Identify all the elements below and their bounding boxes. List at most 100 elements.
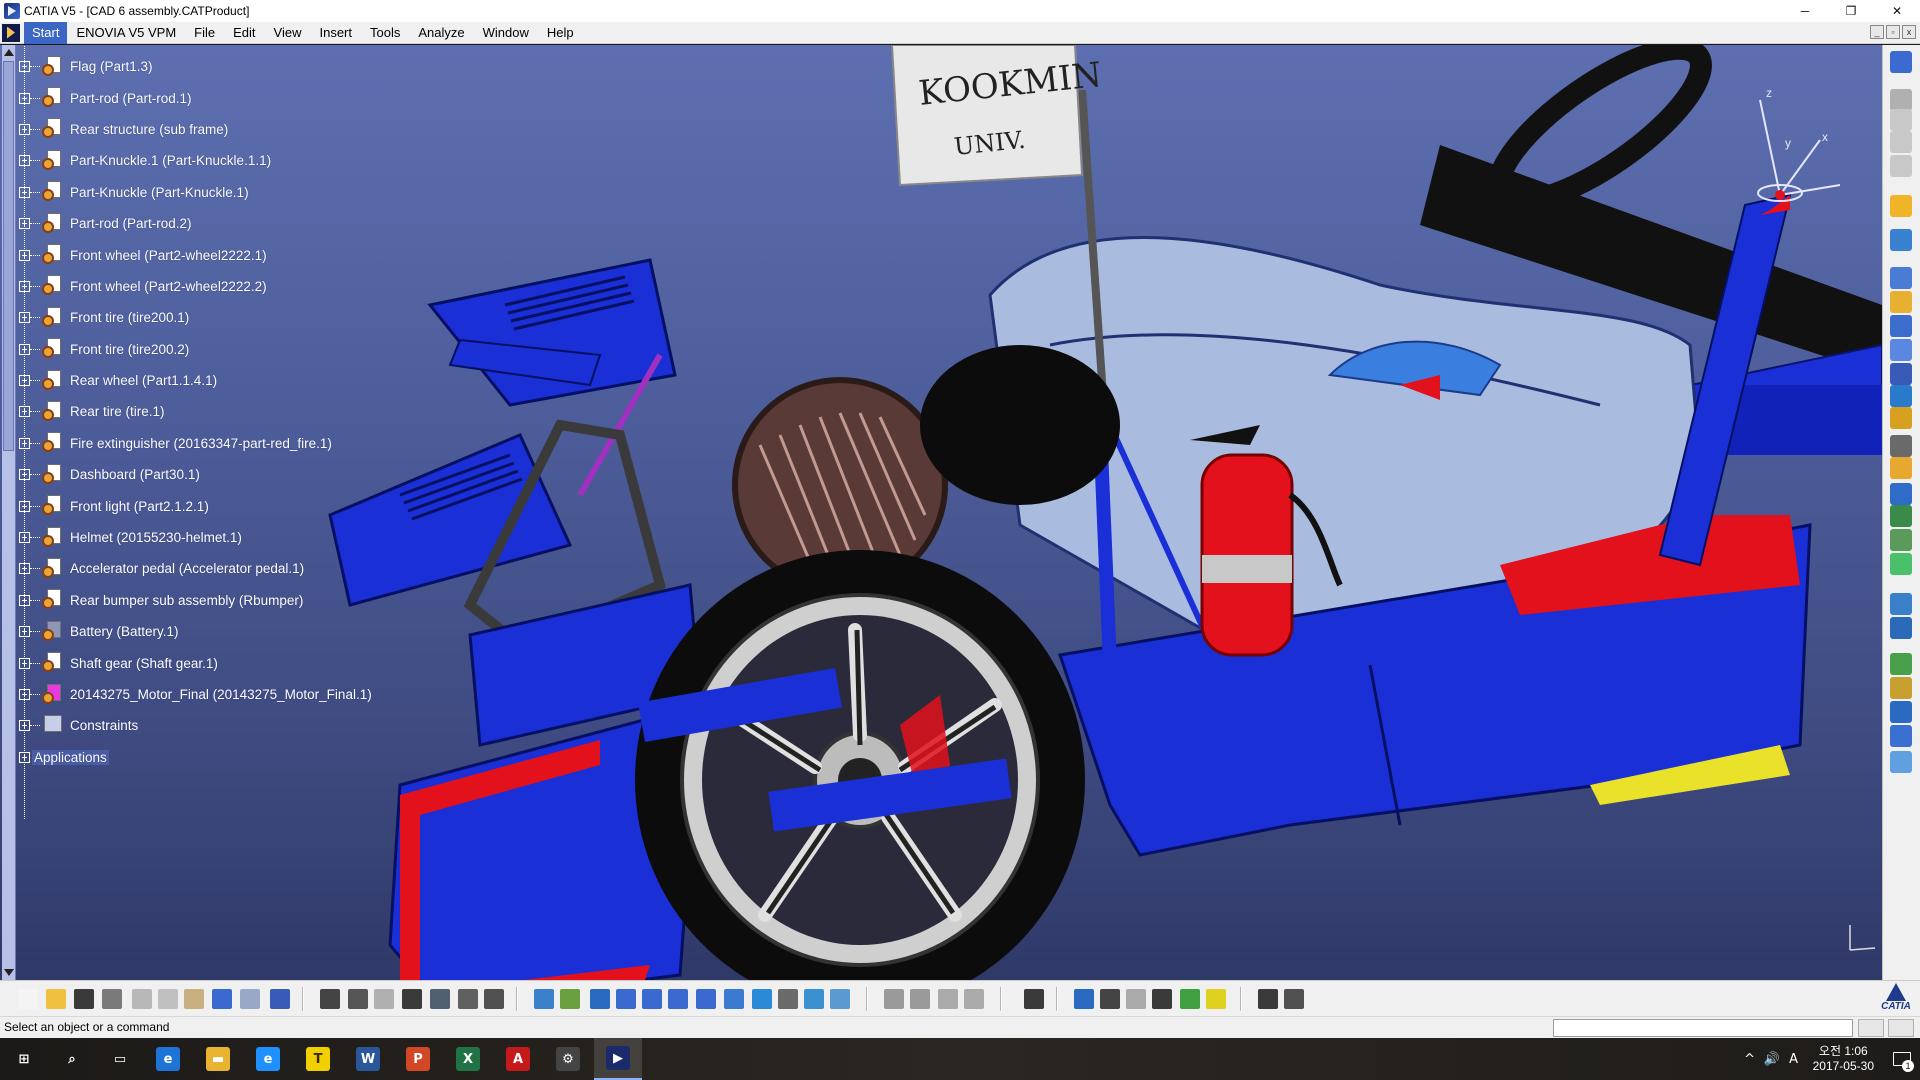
expand-plus-icon[interactable] bbox=[19, 375, 30, 387]
expand-plus-icon[interactable] bbox=[19, 689, 30, 700]
tree-item[interactable]: 20143275_Motor_Final (20143275_Motor_Fin… bbox=[18, 679, 418, 710]
paste-icon[interactable] bbox=[184, 989, 204, 1009]
expand-plus-icon[interactable] bbox=[19, 249, 30, 261]
part-gear-icon[interactable] bbox=[42, 369, 64, 392]
part-gear-icon[interactable] bbox=[42, 652, 64, 674]
part-gear-icon[interactable] bbox=[42, 400, 64, 423]
tool-icon-2[interactable] bbox=[1890, 131, 1912, 153]
distance-icon[interactable] bbox=[1890, 617, 1912, 639]
part-gear-icon[interactable] bbox=[42, 181, 64, 203]
menu-start[interactable]: Start bbox=[24, 21, 68, 44]
expand-plus-icon[interactable] bbox=[19, 720, 30, 732]
workbench-icon[interactable] bbox=[1890, 89, 1912, 111]
constraint-icon[interactable] bbox=[1890, 363, 1912, 385]
part-gear-icon[interactable] bbox=[42, 55, 64, 78]
tree-item[interactable]: Part-rod (Part-rod.1) bbox=[18, 82, 418, 113]
swap-icon[interactable] bbox=[804, 989, 824, 1009]
menu-insert[interactable]: Insert bbox=[310, 22, 361, 44]
tree-item-label[interactable]: Fire extinguisher (20163347-part-red_fir… bbox=[70, 436, 332, 451]
tree-item-label[interactable]: Part-rod (Part-rod.2) bbox=[70, 216, 192, 231]
tree-item-label[interactable]: Dashboard (Part30.1) bbox=[70, 467, 200, 482]
fix-together-icon[interactable] bbox=[1890, 483, 1912, 505]
normal-view-icon[interactable] bbox=[696, 989, 716, 1009]
tree-scrollbar[interactable] bbox=[2, 45, 16, 980]
scroll-up-arrow[interactable] bbox=[4, 49, 14, 56]
part-gear-icon[interactable] bbox=[42, 212, 64, 235]
tree-item[interactable]: Rear wheel (Part1.1.4.1) bbox=[18, 365, 418, 396]
bill-of-material-icon[interactable] bbox=[1890, 701, 1912, 723]
document-icon[interactable] bbox=[2, 23, 20, 42]
tree-item[interactable]: Dashboard (Part30.1) bbox=[18, 459, 418, 490]
whats-this-icon[interactable] bbox=[270, 989, 290, 1009]
tree-item-label[interactable]: Battery (Battery.1) bbox=[70, 624, 179, 639]
tree-item[interactable]: Front wheel (Part2-wheel2222.2) bbox=[18, 271, 418, 302]
tree-item[interactable]: Constraints bbox=[18, 710, 418, 741]
doc-restore-button[interactable]: ▫ bbox=[1886, 25, 1900, 39]
sectioning-icon[interactable] bbox=[1890, 653, 1912, 675]
compass[interactable]: z y x bbox=[1757, 86, 1841, 202]
catalog-icon[interactable] bbox=[1890, 229, 1912, 251]
arrow-right-icon[interactable] bbox=[1126, 989, 1146, 1009]
kakaotalk-icon[interactable]: T bbox=[294, 1038, 342, 1080]
expand-plus-icon[interactable] bbox=[19, 406, 30, 418]
tree-item-label[interactable]: Front wheel (Part2-wheel2222.1) bbox=[70, 248, 267, 263]
tree-item[interactable]: Front tire (tire200.2) bbox=[18, 334, 418, 365]
expand-plus-icon[interactable] bbox=[19, 155, 30, 167]
expand-plus-icon[interactable] bbox=[19, 61, 30, 73]
menu-analyze[interactable]: Analyze bbox=[409, 22, 473, 44]
render-icon[interactable] bbox=[830, 989, 850, 1009]
contact-icon[interactable] bbox=[1890, 385, 1912, 407]
fly-icon[interactable] bbox=[534, 989, 554, 1009]
capture-icon[interactable] bbox=[1024, 989, 1044, 1009]
menu-file[interactable]: File bbox=[185, 22, 224, 44]
doc-minimize-button[interactable]: _ bbox=[1870, 25, 1884, 39]
new-icon[interactable] bbox=[18, 989, 38, 1009]
analysis-icon[interactable] bbox=[1890, 677, 1912, 699]
status-button-1[interactable] bbox=[1858, 1019, 1884, 1037]
light-icon[interactable] bbox=[1206, 989, 1226, 1009]
tree-item-label[interactable]: Flag (Part1.3) bbox=[70, 59, 153, 74]
tree-item-label[interactable]: Rear tire (tire.1) bbox=[70, 404, 165, 419]
tree-item[interactable]: Part-Knuckle (Part-Knuckle.1) bbox=[18, 177, 418, 208]
expand-plus-icon[interactable] bbox=[19, 437, 30, 449]
tree-item[interactable]: Part-rod (Part-rod.2) bbox=[18, 208, 418, 239]
expand-plus-icon[interactable] bbox=[19, 123, 30, 135]
select-arrow-icon[interactable] bbox=[1890, 195, 1912, 217]
part-gear-icon[interactable] bbox=[42, 338, 64, 360]
target-icon[interactable] bbox=[1074, 989, 1094, 1009]
tree-item[interactable]: Accelerator pedal (Accelerator pedal.1) bbox=[18, 553, 418, 584]
save-icon[interactable] bbox=[74, 989, 94, 1009]
rotate-icon[interactable] bbox=[616, 989, 636, 1009]
tree-item-label[interactable]: 20143275_Motor_Final (20143275_Motor_Fin… bbox=[70, 687, 372, 702]
clock[interactable]: 오전 1:06 2017-05-30 bbox=[1813, 1044, 1874, 1074]
catalog-icon[interactable] bbox=[458, 989, 478, 1009]
tool-y-icon[interactable] bbox=[910, 989, 930, 1009]
tree-item-label[interactable]: Part-Knuckle (Part-Knuckle.1) bbox=[70, 185, 249, 200]
catia-home-icon[interactable] bbox=[1890, 51, 1912, 73]
multi-view-icon[interactable] bbox=[724, 989, 744, 1009]
copy-icon[interactable] bbox=[158, 989, 178, 1009]
rear-wheel[interactable] bbox=[920, 345, 1120, 505]
angle-icon[interactable] bbox=[1890, 435, 1912, 457]
task-view-icon[interactable]: ▭ bbox=[96, 1038, 144, 1080]
tool-icon-1[interactable] bbox=[1890, 109, 1912, 131]
command-input[interactable] bbox=[1553, 1019, 1853, 1037]
catia-plm-icon[interactable]: ⚙ bbox=[544, 1038, 592, 1080]
fit-all-icon[interactable] bbox=[560, 989, 580, 1009]
close-button[interactable]: ✕ bbox=[1874, 0, 1920, 22]
hide-show-icon[interactable] bbox=[778, 989, 798, 1009]
cut-icon[interactable] bbox=[132, 989, 152, 1009]
zoom-box-icon[interactable] bbox=[1152, 989, 1172, 1009]
expand-plus-icon[interactable] bbox=[19, 218, 30, 230]
table-icon[interactable] bbox=[402, 989, 422, 1009]
applications-label[interactable]: Applications bbox=[32, 749, 109, 765]
search-icon[interactable]: ⌕ bbox=[48, 1038, 96, 1080]
knowledge-icon[interactable] bbox=[374, 989, 394, 1009]
tree-item[interactable]: Rear structure (sub frame) bbox=[18, 114, 418, 145]
tool-w-icon[interactable] bbox=[964, 989, 984, 1009]
tree-icon[interactable] bbox=[430, 989, 450, 1009]
part-gear-icon[interactable] bbox=[42, 244, 64, 266]
tree-item-label[interactable]: Part-rod (Part-rod.1) bbox=[70, 91, 192, 106]
zoom-in-icon[interactable] bbox=[642, 989, 662, 1009]
tree-item[interactable]: Front light (Part2.1.2.1) bbox=[18, 490, 418, 521]
